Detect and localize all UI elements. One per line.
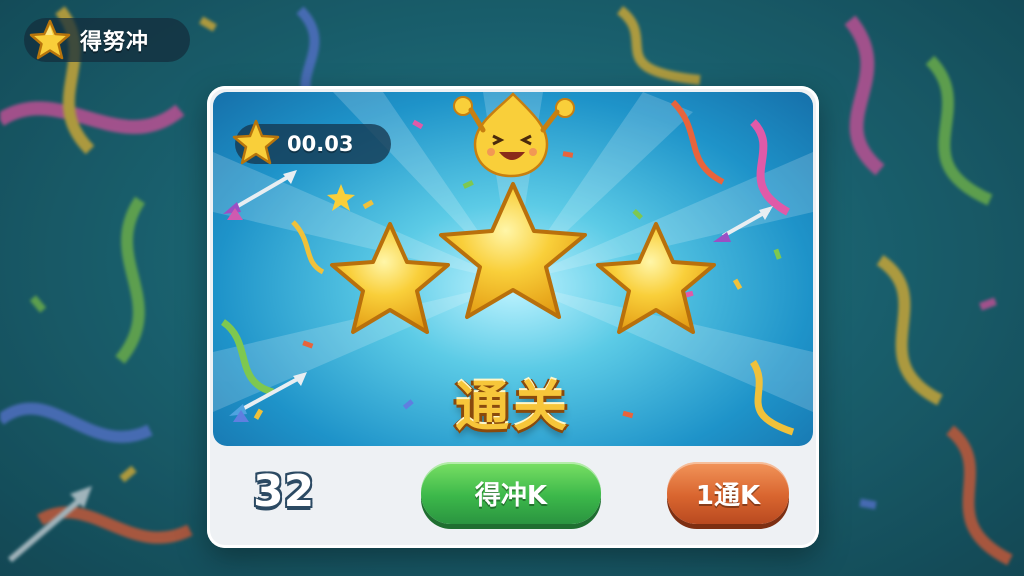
celebration-banner: 00.03 通关 [213, 92, 813, 446]
top-badge-label: 得努冲 [80, 30, 150, 55]
score-value: 00.03 [287, 132, 354, 156]
top-score-badge: 得努冲 [24, 18, 190, 62]
rating-star-left [330, 222, 450, 334]
reward-count: 32 [253, 466, 315, 517]
score-display: 00.03 [232, 119, 391, 165]
rating-star-center [439, 182, 587, 319]
level-cleared-title: 通关 [455, 375, 571, 438]
level-complete-dialog: 00.03 通关 32 得冲K 1通K [207, 86, 819, 548]
star-icon [232, 119, 280, 165]
rating-star-right [596, 222, 716, 334]
star-icon [29, 19, 71, 60]
primary-action-button[interactable]: 得冲K [421, 462, 601, 524]
secondary-action-button[interactable]: 1通K [667, 462, 789, 524]
